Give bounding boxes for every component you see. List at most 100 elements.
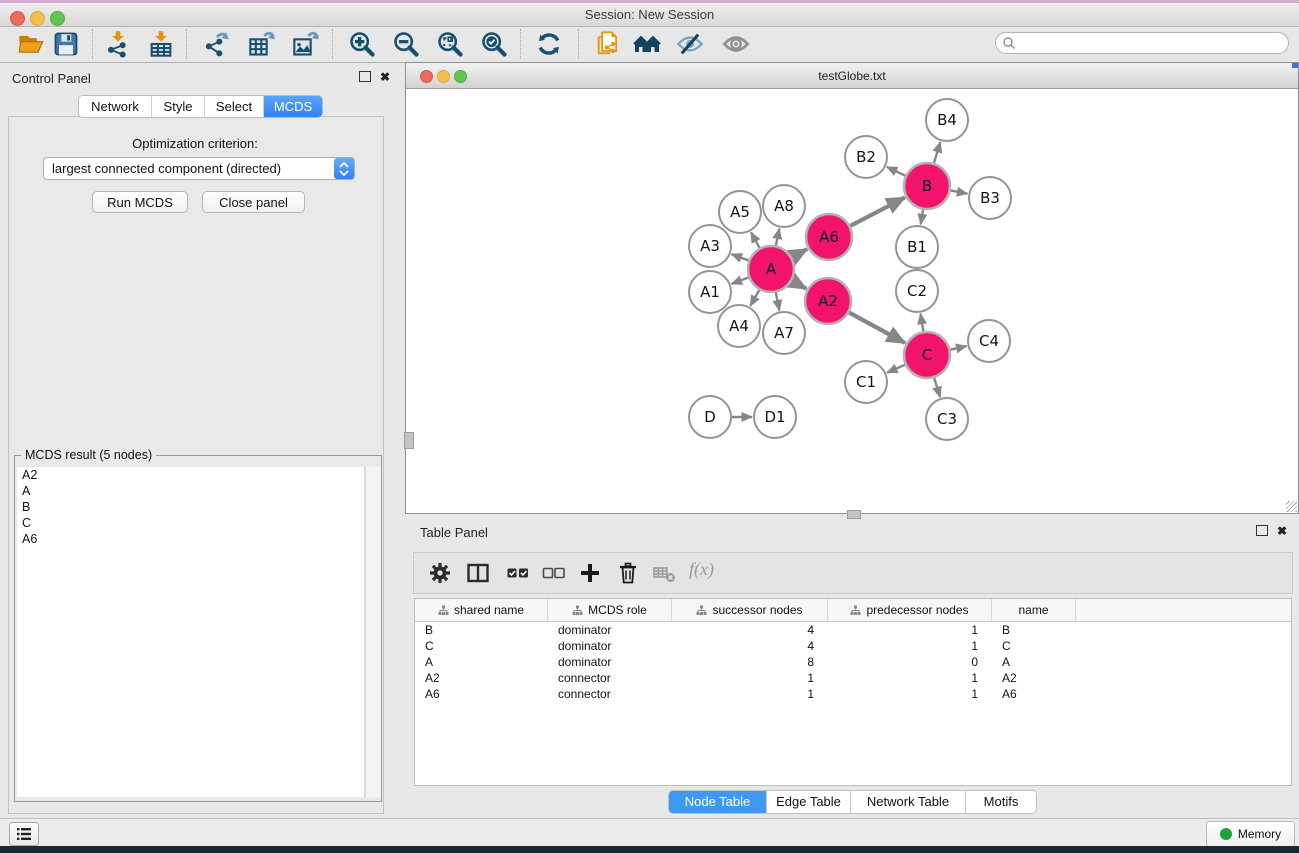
graph-edge-A-A3[interactable] xyxy=(732,254,749,260)
hide-selected-icon[interactable] xyxy=(676,30,704,58)
show-selected-icon[interactable] xyxy=(722,30,750,58)
run-mcds-button[interactable]: Run MCDS xyxy=(92,191,188,213)
float-table-panel-icon[interactable] xyxy=(1256,525,1268,536)
graph-edge-C-C1[interactable] xyxy=(887,365,905,373)
delete-icon[interactable] xyxy=(616,561,640,585)
resize-grip-icon[interactable] xyxy=(1286,501,1297,512)
table-header-row: shared nameMCDS rolesuccessor nodesprede… xyxy=(415,599,1291,622)
export-image-icon[interactable] xyxy=(292,30,320,58)
add-icon[interactable] xyxy=(578,561,602,585)
select-all-icon[interactable] xyxy=(506,561,530,585)
zoom-out-icon[interactable] xyxy=(392,30,420,58)
show-all-icon[interactable] xyxy=(633,30,661,58)
tab-select[interactable]: Select xyxy=(205,96,264,117)
table-cell: 4 xyxy=(672,622,828,638)
column-header-name[interactable]: name xyxy=(992,599,1076,621)
table-row[interactable]: Bdominator41B xyxy=(415,622,1291,638)
zoom-window-icon[interactable] xyxy=(50,11,65,26)
split-columns-icon[interactable] xyxy=(466,561,490,585)
result-list-item[interactable]: C xyxy=(17,515,364,531)
table-cell: A6 xyxy=(415,686,548,702)
import-table-icon[interactable] xyxy=(147,30,175,58)
delete-table-icon[interactable] xyxy=(652,561,676,585)
import-network-icon[interactable] xyxy=(104,30,132,58)
table-cell: 0 xyxy=(828,654,992,670)
mcds-result-list[interactable]: A2ABCA6 xyxy=(17,467,365,797)
tab-mcds[interactable]: MCDS xyxy=(264,96,322,117)
zoom-view-icon[interactable] xyxy=(454,70,467,83)
search-icon xyxy=(1002,36,1016,50)
graph-edge-A-A6[interactable] xyxy=(792,249,807,257)
column-header-shared-name[interactable]: shared name xyxy=(415,599,548,621)
search-input[interactable] xyxy=(1016,35,1270,51)
result-list-item[interactable]: A xyxy=(17,483,364,499)
tab-edge-table[interactable]: Edge Table xyxy=(767,791,851,813)
refresh-icon[interactable] xyxy=(535,30,563,58)
graph-edge-A-A1[interactable] xyxy=(732,277,749,283)
table-cell: A6 xyxy=(992,686,1076,702)
close-window-icon[interactable] xyxy=(10,11,25,26)
toolbar-separator xyxy=(332,29,333,59)
graph-edge-C-C3[interactable] xyxy=(934,378,940,397)
graph-node-label: A7 xyxy=(774,324,794,342)
result-list-item[interactable]: B xyxy=(17,499,364,515)
table-row[interactable]: Adominator80A xyxy=(415,654,1291,670)
close-panel-button[interactable]: Close panel xyxy=(202,191,305,213)
new-network-icon[interactable] xyxy=(594,30,622,58)
minimize-view-icon[interactable] xyxy=(437,70,450,83)
graph-edge-A-A7[interactable] xyxy=(776,293,780,311)
float-panel-icon[interactable] xyxy=(359,71,371,82)
close-view-icon[interactable] xyxy=(420,70,433,83)
dock-marker xyxy=(1292,63,1298,68)
graph-edge-C-C4[interactable] xyxy=(950,346,966,350)
table-row[interactable]: A6connector11A6 xyxy=(415,686,1291,702)
graph-edge-A6-B[interactable] xyxy=(850,198,905,226)
column-header-predecessor-nodes[interactable]: predecessor nodes xyxy=(828,599,992,621)
export-network-icon[interactable] xyxy=(203,30,231,58)
optimization-criterion-select[interactable]: largest connected component (directed) xyxy=(43,157,355,180)
graph-edge-A2-C[interactable] xyxy=(849,312,905,343)
graph-edge-A-A5[interactable] xyxy=(751,232,760,248)
search-field[interactable] xyxy=(995,32,1289,54)
minimize-window-icon[interactable] xyxy=(30,11,45,26)
function-builder-icon[interactable]: f(x) xyxy=(689,559,714,580)
tab-node-table[interactable]: Node Table xyxy=(669,791,767,813)
tab-style[interactable]: Style xyxy=(152,96,205,117)
tab-motifs[interactable]: Motifs xyxy=(966,791,1036,813)
result-scrollbar[interactable] xyxy=(365,467,381,797)
save-icon[interactable] xyxy=(52,30,80,58)
zoom-in-icon[interactable] xyxy=(348,30,376,58)
horizontal-scrollbar-thumb[interactable] xyxy=(847,510,861,519)
zoom-fit-icon[interactable] xyxy=(436,30,464,58)
graph-edge-A-A2[interactable] xyxy=(792,281,806,289)
graph-edge-A-A4[interactable] xyxy=(750,290,759,306)
network-canvas[interactable]: AA1A2A3A4A5A6A7A8BB1B2B3B4CC1C2C3C4DD1 xyxy=(406,89,1298,513)
open-folder-icon[interactable] xyxy=(17,30,45,58)
result-list-item[interactable]: A6 xyxy=(17,531,364,547)
export-table-icon[interactable] xyxy=(248,30,276,58)
table-row[interactable]: Cdominator41C xyxy=(415,638,1291,654)
tab-network-table[interactable]: Network Table xyxy=(851,791,966,813)
tab-network[interactable]: Network xyxy=(79,96,152,117)
table-cell: connector xyxy=(548,686,672,702)
table-cell: 1 xyxy=(828,670,992,686)
vertical-scrollbar-thumb[interactable] xyxy=(404,432,414,449)
graph-edge-C-C2[interactable] xyxy=(921,314,924,332)
show-panels-button[interactable] xyxy=(9,822,39,846)
deselect-all-icon[interactable] xyxy=(542,561,566,585)
close-panel-icon[interactable]: ✖ xyxy=(380,72,390,82)
graph-edge-A-A8[interactable] xyxy=(776,229,780,246)
graph-edge-B-B3[interactable] xyxy=(951,190,968,193)
column-header-successor-nodes[interactable]: successor nodes xyxy=(672,599,828,621)
memory-button[interactable]: Memory xyxy=(1206,821,1295,847)
result-list-item[interactable]: A2 xyxy=(17,467,364,483)
table-row[interactable]: A2connector11A2 xyxy=(415,670,1291,686)
close-table-panel-icon[interactable]: ✖ xyxy=(1277,526,1287,536)
graph-edge-B-B4[interactable] xyxy=(934,142,940,163)
network-view-title: testGlobe.txt xyxy=(406,63,1298,89)
gear-icon[interactable] xyxy=(428,561,452,585)
graph-edge-B-B1[interactable] xyxy=(921,210,923,225)
zoom-selected-icon[interactable] xyxy=(480,30,508,58)
column-header-MCDS-role[interactable]: MCDS role xyxy=(548,599,672,621)
graph-edge-B-B2[interactable] xyxy=(887,167,906,176)
